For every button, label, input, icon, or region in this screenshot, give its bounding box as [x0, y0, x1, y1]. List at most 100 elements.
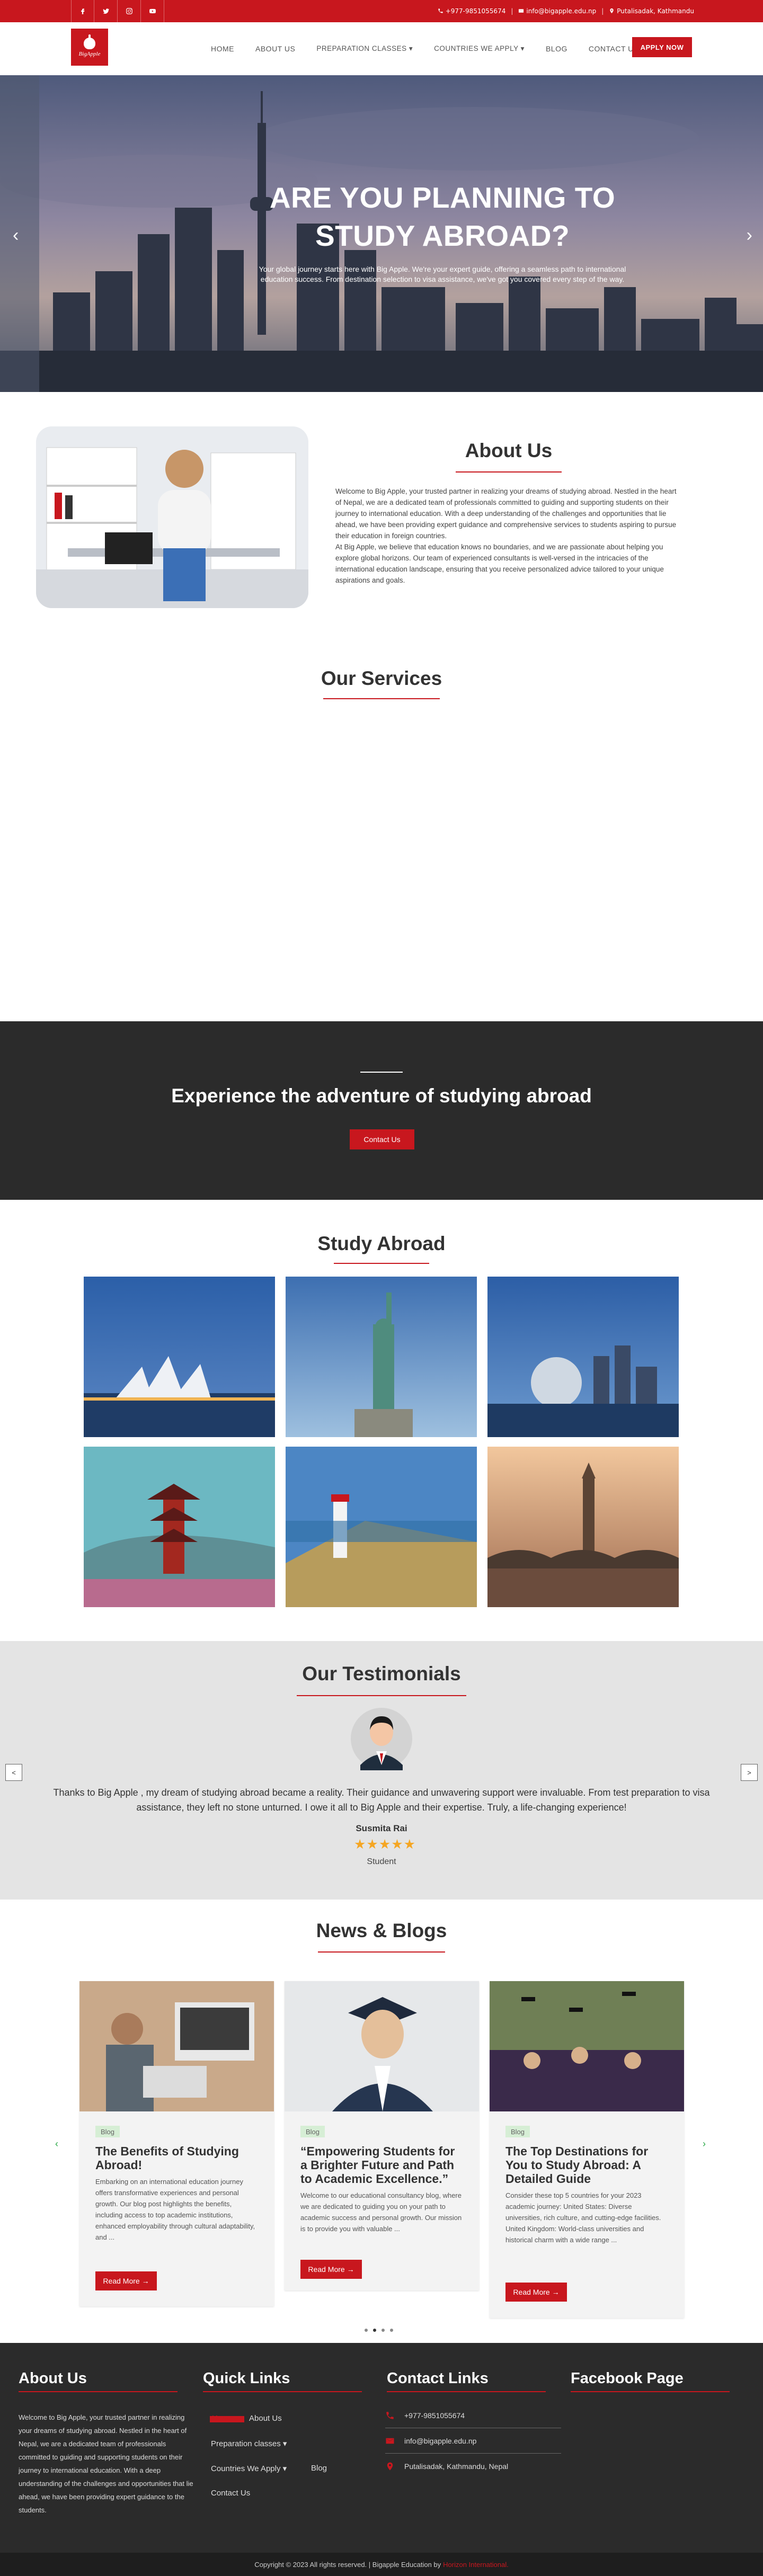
- top-location: Putalisadak, Kathmandu: [609, 7, 694, 15]
- about-title-underline: [456, 471, 562, 473]
- youtube-icon[interactable]: [141, 0, 164, 22]
- news-underline: [318, 1951, 445, 1953]
- blog-card[interactable]: Blog The Benefits of Studying Abroad! Em…: [79, 1981, 274, 2306]
- instagram-icon[interactable]: [118, 0, 141, 22]
- footer-link-preparation[interactable]: Preparation classes ▾: [211, 2439, 287, 2448]
- blog-image: [79, 1981, 274, 2111]
- nav-countries[interactable]: COUNTRIES WE APPLY ▾: [423, 44, 535, 53]
- pagination-dot[interactable]: [382, 2329, 385, 2332]
- blog-card[interactable]: Blog “Empowering Students for a Brighter…: [285, 1981, 479, 2290]
- footer-divider: [385, 2453, 561, 2454]
- blog-card[interactable]: Blog The Top Destinations for You to Stu…: [490, 1981, 684, 2318]
- read-more-button[interactable]: Read More →: [300, 2260, 362, 2279]
- testimonial-name: Susmita Rai: [356, 1823, 407, 1833]
- destination-uk[interactable]: [487, 1447, 679, 1607]
- slider-side-panel: [0, 75, 39, 392]
- destination-new-zealand[interactable]: [286, 1447, 477, 1607]
- testimonial-rating: ★★★★★: [354, 1837, 416, 1852]
- about-title: About Us: [465, 440, 553, 461]
- footer-underline: [571, 2391, 730, 2392]
- footer-about-text: Welcome to Big Apple, your trusted partn…: [19, 2413, 193, 2514]
- hero-prev-arrow[interactable]: ‹: [13, 225, 19, 246]
- envelope-icon: [386, 2438, 394, 2444]
- hero-slider: ARE YOU PLANNING TO STUDY ABROAD? Your gl…: [0, 75, 763, 392]
- footer-underline: [387, 2391, 546, 2392]
- blog-title[interactable]: The Benefits of Studying Abroad!: [95, 2144, 254, 2172]
- blog-title[interactable]: The Top Destinations for You to Study Ab…: [505, 2144, 664, 2186]
- blog-excerpt: Welcome to our educational consultancy b…: [300, 2191, 462, 2233]
- blog-excerpt: Consider these top 5 countries for your …: [505, 2191, 661, 2244]
- pagination-dot-active[interactable]: [373, 2329, 376, 2332]
- pagination-dot[interactable]: [365, 2329, 368, 2332]
- footer-email[interactable]: info@bigapple.edu.np: [385, 2436, 561, 2446]
- footer-phone[interactable]: +977-9851055674: [385, 2411, 561, 2420]
- nav-blog[interactable]: BLOG: [535, 44, 578, 53]
- blog-prev-arrow[interactable]: ‹: [55, 2138, 58, 2150]
- testimonials-underline: [297, 1695, 466, 1696]
- hero-next-arrow[interactable]: ›: [747, 225, 752, 246]
- testimonial-next-button[interactable]: >: [741, 1764, 758, 1781]
- map-pin-icon: [610, 8, 614, 14]
- destination-japan[interactable]: [84, 1447, 275, 1607]
- cta-title: Experience the adventure of studying abr…: [171, 1085, 592, 1107]
- footer-address: Putalisadak, Kathmandu, Nepal: [385, 2462, 561, 2471]
- destination-australia[interactable]: [84, 1277, 275, 1437]
- nav-home[interactable]: HOME: [200, 44, 245, 53]
- blog-next-arrow[interactable]: ›: [703, 2138, 706, 2150]
- apply-now-button[interactable]: APPLY NOW: [632, 37, 692, 57]
- top-phone[interactable]: +977-9851055674: [438, 7, 505, 15]
- site-footer: About Us Welcome to Big Apple, your trus…: [0, 2343, 763, 2553]
- top-email[interactable]: info@bigapple.edu.np: [518, 7, 596, 15]
- destination-canada[interactable]: [487, 1277, 679, 1437]
- footer-link-countries[interactable]: Countries We Apply ▾: [211, 2464, 287, 2473]
- nav-menu: HOME ABOUT US PREPARATION CLASSES ▾ COUN…: [200, 22, 650, 75]
- footer-link-about[interactable]: About Us: [249, 2414, 282, 2423]
- services-title: Our Services: [321, 667, 442, 689]
- blog-image: [490, 1981, 684, 2111]
- footer-underline: [203, 2391, 362, 2392]
- blog-excerpt: Embarking on an international education …: [95, 2178, 255, 2241]
- footer-link-home[interactable]: Home: [210, 2414, 244, 2423]
- footer-about-title: About Us: [19, 2370, 87, 2387]
- blog-badge: Blog: [300, 2126, 325, 2137]
- read-more-button[interactable]: Read More →: [505, 2283, 567, 2302]
- footer-link-blog[interactable]: Blog: [311, 2464, 327, 2473]
- pagination-dot[interactable]: [390, 2329, 393, 2332]
- social-links: [71, 0, 164, 22]
- envelope-icon: [519, 9, 524, 13]
- phone-icon: [438, 8, 443, 13]
- study-abroad-underline: [334, 1263, 429, 1264]
- apple-icon: [84, 34, 95, 49]
- footer-contact-title: Contact Links: [387, 2370, 489, 2387]
- cta-banner: Experience the adventure of studying abr…: [0, 1021, 763, 1200]
- news-title: News & Blogs: [316, 1920, 447, 1941]
- testimonial-prev-button[interactable]: <: [5, 1764, 22, 1781]
- blog-badge: Blog: [505, 2126, 530, 2137]
- read-more-button[interactable]: Read More →: [95, 2271, 157, 2290]
- testimonial-avatar: [351, 1707, 412, 1770]
- about-text: Welcome to Big Apple, your trusted partn…: [335, 487, 677, 584]
- credit-link[interactable]: Horizon International.: [443, 2561, 509, 2569]
- blog-title[interactable]: “Empowering Students for a Brighter Futu…: [300, 2144, 459, 2186]
- twitter-icon[interactable]: [94, 0, 118, 22]
- footer-quick-links-title: Quick Links: [203, 2370, 290, 2387]
- testimonials-title: Our Testimonials: [302, 1663, 461, 1684]
- nav-about[interactable]: ABOUT US: [245, 44, 306, 53]
- nav-preparation-classes[interactable]: PREPARATION CLASSES ▾: [306, 44, 423, 53]
- hero-subtitle: Your global journey starts here with Big…: [259, 265, 626, 283]
- main-navbar: BigApple HOME ABOUT US PREPARATION CLASS…: [0, 22, 763, 75]
- blog-badge: Blog: [95, 2126, 120, 2137]
- hero-title: ARE YOU PLANNING TO STUDY ABROAD?: [269, 181, 616, 252]
- footer-facebook-title: Facebook Page: [571, 2370, 684, 2387]
- copyright-bar: Copyright © 2023 All rights reserved. | …: [0, 2553, 763, 2576]
- study-abroad-title: Study Abroad: [317, 1233, 446, 1254]
- footer-link-contact[interactable]: Contact Us: [211, 2489, 250, 2498]
- top-contact-info: +977-9851055674 | info@bigapple.edu.np |…: [438, 0, 694, 22]
- site-logo[interactable]: BigApple: [71, 29, 108, 66]
- services-title-underline: [323, 698, 440, 699]
- destination-usa[interactable]: [286, 1277, 477, 1437]
- facebook-icon[interactable]: [71, 0, 94, 22]
- contact-us-button[interactable]: Contact Us: [350, 1129, 414, 1149]
- about-image: [36, 426, 308, 608]
- copyright-text: Copyright © 2023 All rights reserved. | …: [254, 2560, 441, 2569]
